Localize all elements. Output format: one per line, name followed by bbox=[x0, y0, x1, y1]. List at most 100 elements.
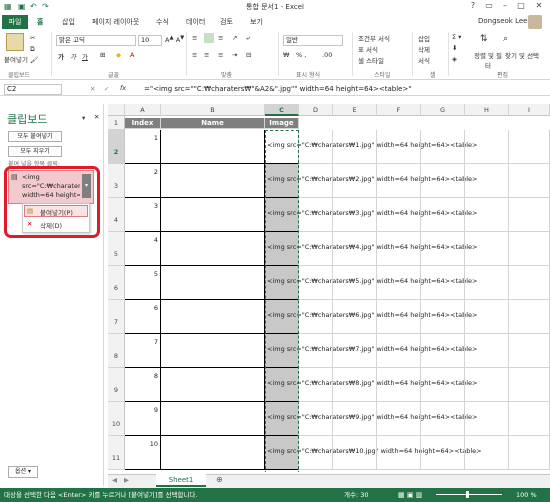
zoom-slider-thumb[interactable] bbox=[466, 491, 469, 498]
pane-options-icon[interactable]: ▾ bbox=[82, 114, 85, 122]
align-top-icon[interactable]: ≡ bbox=[192, 34, 197, 42]
empty-cell[interactable] bbox=[333, 402, 377, 436]
row-header[interactable]: 9 bbox=[108, 368, 125, 402]
index-cell[interactable]: 2 bbox=[125, 164, 161, 198]
name-cell[interactable] bbox=[161, 164, 265, 198]
index-cell[interactable]: 5 bbox=[125, 266, 161, 300]
column-header[interactable]: B bbox=[161, 104, 265, 116]
cancel-icon[interactable]: ✕ bbox=[90, 85, 95, 93]
empty-cell[interactable] bbox=[465, 164, 509, 198]
name-cell[interactable] bbox=[161, 368, 265, 402]
avatar[interactable] bbox=[528, 15, 542, 29]
zoom-slider[interactable] bbox=[436, 494, 502, 495]
font-name-combo[interactable]: 맑은 고딕 bbox=[56, 35, 136, 46]
empty-cell[interactable] bbox=[465, 130, 509, 164]
enter-icon[interactable]: ✓ bbox=[104, 85, 109, 93]
empty-cell[interactable] bbox=[465, 436, 509, 470]
row-header[interactable]: 4 bbox=[108, 198, 125, 232]
pane-close-icon[interactable]: ✕ bbox=[94, 113, 99, 121]
orientation-icon[interactable]: ↗ bbox=[232, 34, 237, 42]
delete-cells-button[interactable]: 삭제 bbox=[418, 44, 430, 54]
row-header[interactable]: 2 bbox=[108, 130, 125, 164]
empty-cell[interactable] bbox=[509, 232, 550, 266]
empty-cell[interactable] bbox=[377, 266, 421, 300]
empty-cell[interactable] bbox=[421, 130, 465, 164]
format-cells-button[interactable]: 서식 bbox=[418, 55, 430, 65]
maximize-icon[interactable]: □ bbox=[514, 1, 528, 10]
clear-icon[interactable]: ◈ bbox=[452, 55, 457, 63]
empty-cell[interactable] bbox=[421, 266, 465, 300]
empty-cell[interactable] bbox=[377, 232, 421, 266]
empty-cell[interactable] bbox=[333, 436, 377, 470]
name-box[interactable]: C2 bbox=[4, 84, 62, 95]
empty-cell[interactable] bbox=[377, 198, 421, 232]
paste-button[interactable]: 붙여넣기 bbox=[4, 54, 28, 64]
empty-cell[interactable] bbox=[421, 368, 465, 402]
empty-cell[interactable] bbox=[333, 130, 377, 164]
index-cell[interactable]: 7 bbox=[125, 334, 161, 368]
empty-cell[interactable] bbox=[509, 436, 550, 470]
add-sheet-icon[interactable]: ⊕ bbox=[216, 475, 223, 484]
column-header[interactable]: G bbox=[421, 104, 465, 116]
empty-cell[interactable] bbox=[509, 164, 550, 198]
sheet-tab[interactable]: Sheet1 bbox=[156, 474, 206, 487]
wrap-text-icon[interactable]: ⤶ bbox=[246, 34, 250, 43]
empty-cell[interactable] bbox=[465, 232, 509, 266]
tab-file[interactable]: 파일 bbox=[2, 15, 28, 29]
index-cell[interactable]: 3 bbox=[125, 198, 161, 232]
empty-cell[interactable] bbox=[509, 334, 550, 368]
number-format-combo[interactable]: 일반 bbox=[283, 35, 343, 46]
select-all-corner[interactable] bbox=[108, 104, 125, 116]
header-cell-image[interactable]: Image bbox=[265, 118, 299, 129]
empty-cell[interactable] bbox=[333, 198, 377, 232]
tab-insert[interactable]: 삽입 bbox=[62, 17, 75, 27]
empty-cell[interactable] bbox=[465, 198, 509, 232]
name-cell[interactable] bbox=[161, 402, 265, 436]
conditional-format-button[interactable]: 조건부 서식 bbox=[358, 33, 390, 43]
insert-function-icon[interactable]: fx bbox=[120, 84, 126, 92]
empty-cell[interactable] bbox=[377, 402, 421, 436]
empty-cell[interactable] bbox=[377, 436, 421, 470]
empty-cell[interactable] bbox=[421, 436, 465, 470]
ribbon-display-icon[interactable]: ▭ bbox=[482, 1, 496, 10]
font-color-icon[interactable]: A bbox=[130, 51, 134, 59]
name-cell[interactable] bbox=[161, 232, 265, 266]
paste-icon[interactable] bbox=[6, 33, 24, 51]
minimize-icon[interactable]: – bbox=[498, 1, 512, 10]
sort-filter-icon[interactable]: ⇅ bbox=[480, 34, 488, 44]
header-cell-index[interactable]: Index bbox=[125, 118, 161, 129]
format-painter-icon[interactable]: 🖌 bbox=[30, 56, 38, 64]
font-size-combo[interactable]: 10 bbox=[138, 35, 162, 46]
worksheet-grid[interactable]: A B C D E F G H I 1 Index Name Image 2 1 <… bbox=[108, 104, 550, 472]
tab-page-layout[interactable]: 페이지 레이아웃 bbox=[92, 17, 139, 27]
empty-cell[interactable] bbox=[333, 266, 377, 300]
index-cell[interactable]: 6 bbox=[125, 300, 161, 334]
row-header[interactable]: 11 bbox=[108, 436, 125, 470]
clear-all-button[interactable]: 모두 지우기 bbox=[8, 146, 62, 157]
merge-icon[interactable]: ⊟ bbox=[246, 51, 251, 59]
paste-all-button[interactable]: 모두 붙여넣기 bbox=[8, 131, 62, 142]
row-header[interactable]: 7 bbox=[108, 300, 125, 334]
index-cell[interactable]: 9 bbox=[125, 402, 161, 436]
empty-cell[interactable] bbox=[509, 368, 550, 402]
column-header[interactable]: D bbox=[299, 104, 333, 116]
empty-cell[interactable] bbox=[465, 300, 509, 334]
find-icon[interactable]: ⌕ bbox=[503, 34, 508, 44]
align-right-icon[interactable]: ≡ bbox=[218, 51, 223, 59]
underline-button[interactable]: 가 bbox=[82, 51, 88, 61]
index-cell[interactable]: 1 bbox=[125, 130, 161, 164]
empty-cell[interactable] bbox=[465, 266, 509, 300]
empty-cell[interactable] bbox=[299, 130, 333, 164]
empty-cell[interactable] bbox=[377, 368, 421, 402]
tab-review[interactable]: 검토 bbox=[220, 17, 233, 27]
formula-input[interactable]: ="<img src=""C:₩charaters₩"&A2&".jpg"" w… bbox=[144, 84, 544, 95]
empty-cell[interactable] bbox=[299, 334, 333, 368]
empty-cell[interactable] bbox=[377, 164, 421, 198]
name-cell[interactable] bbox=[161, 266, 265, 300]
border-icon[interactable]: ⊞ bbox=[100, 51, 105, 59]
empty-cell[interactable] bbox=[377, 334, 421, 368]
fill-icon[interactable]: ⬇ bbox=[452, 44, 457, 52]
empty-cell[interactable] bbox=[421, 164, 465, 198]
empty-cell[interactable] bbox=[299, 436, 333, 470]
align-bottom-icon[interactable]: ≡ bbox=[218, 34, 223, 42]
